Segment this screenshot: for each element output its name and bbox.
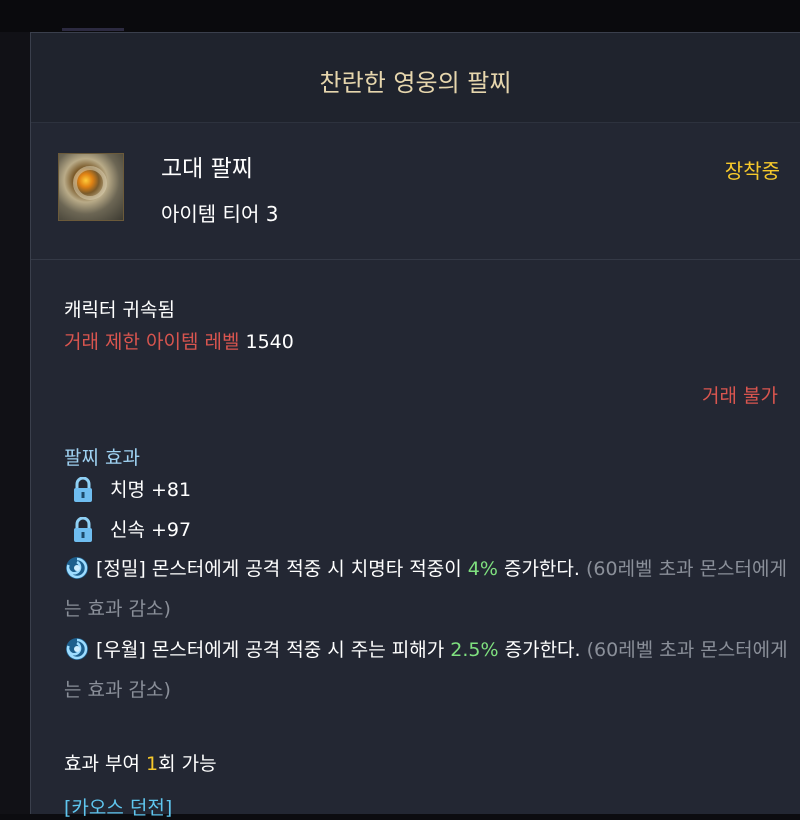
lock-icon bbox=[74, 517, 92, 542]
effect-section-title: 팔찌 효과 bbox=[64, 447, 140, 469]
effect-grant-line: 효과 부여 1회 가능 bbox=[64, 749, 217, 776]
trade-limit-line: 거래 제한 아이템 레벨 1540 bbox=[64, 327, 294, 354]
item-header: 고대 팔찌 아이템 티어 3 장착중 bbox=[31, 123, 800, 260]
effect-suffix: 증가한다. bbox=[503, 558, 580, 580]
item-title: 찬란한 영웅의 팔찌 bbox=[319, 69, 512, 97]
special-effect-superiority: [우월] 몬스터에게 공격 적중 시 주는 피해가 2.5% 증가한다. (60… bbox=[64, 630, 794, 710]
effect-value: 2.5% bbox=[450, 639, 499, 661]
effect-suffix: 증가한다. bbox=[504, 639, 581, 661]
special-effect-precision: [정밀] 몬스터에게 공격 적중 시 치명타 적중이 4% 증가한다. (60레… bbox=[64, 549, 794, 629]
trade-limit-value: 1540 bbox=[245, 331, 294, 353]
item-tier: 아이템 티어 3 bbox=[161, 202, 279, 226]
stat-text: 치명 +81 bbox=[110, 479, 192, 501]
bound-label: 캐릭터 귀속됨 bbox=[64, 299, 175, 321]
grant-count: 1 bbox=[146, 753, 159, 775]
grant-suffix: 회 가능 bbox=[158, 753, 217, 775]
item-tooltip-panel: 찬란한 영웅의 팔찌 고대 팔찌 아이템 티어 3 장착중 캐릭터 귀속됨 거래… bbox=[30, 32, 800, 819]
bracelet-icon bbox=[58, 153, 124, 221]
lock-icon bbox=[74, 477, 92, 502]
tooltip-title-bar: 찬란한 영웅의 팔찌 bbox=[31, 33, 800, 123]
swirl-icon bbox=[66, 557, 88, 579]
top-bar bbox=[0, 0, 800, 32]
trade-status: 거래 불가 bbox=[702, 385, 778, 407]
equipped-status: 장착중 bbox=[724, 159, 780, 183]
trade-limit-label: 거래 제한 아이템 레벨 bbox=[64, 331, 240, 353]
effect-text: [정밀] 몬스터에게 공격 적중 시 치명타 적중이 bbox=[96, 558, 462, 580]
stat-text: 신속 +97 bbox=[110, 519, 192, 541]
swirl-icon bbox=[66, 638, 88, 660]
chaos-dungeon-link[interactable]: [카오스 던전] bbox=[64, 793, 172, 820]
effect-value: 4% bbox=[467, 558, 498, 580]
grant-label: 효과 부여 bbox=[64, 753, 140, 775]
top-tab-indicator bbox=[62, 28, 124, 31]
effect-text: [우월] 몬스터에게 공격 적중 시 주는 피해가 bbox=[96, 639, 445, 661]
item-name: 고대 팔찌 bbox=[161, 156, 253, 182]
left-background bbox=[0, 32, 30, 814]
